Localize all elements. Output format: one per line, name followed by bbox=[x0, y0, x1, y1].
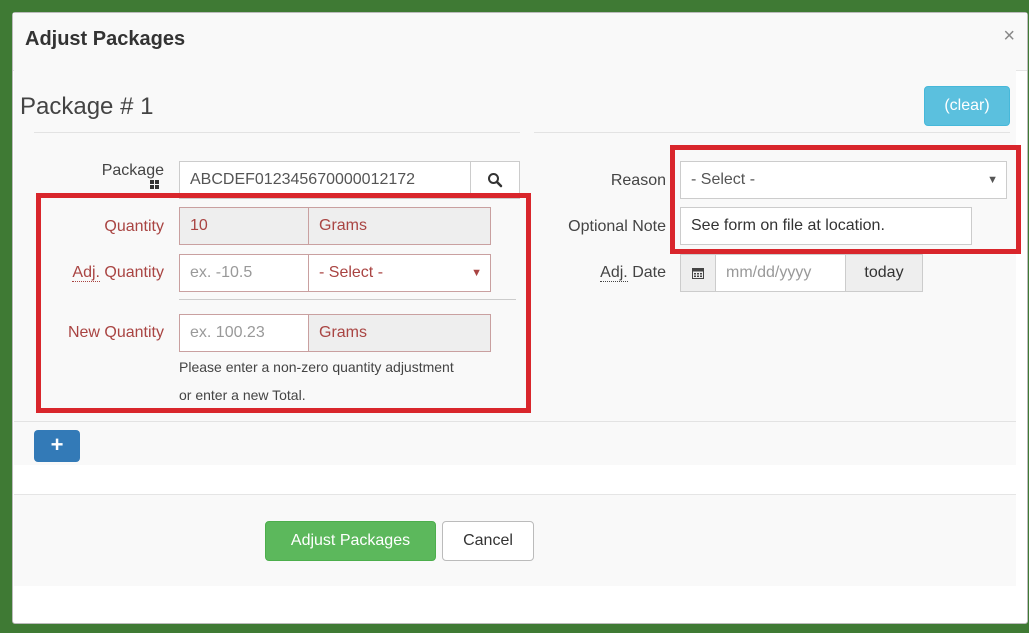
reason-label: Reason bbox=[610, 172, 666, 189]
search-icon bbox=[488, 173, 503, 188]
adj-date-input[interactable]: mm/dd/yyyy bbox=[715, 254, 846, 292]
reason-note-highlight-box bbox=[670, 145, 1021, 254]
calendar-button[interactable] bbox=[680, 254, 716, 292]
title-divider-right bbox=[534, 132, 1010, 133]
modal-title: Adjust Packages bbox=[25, 28, 186, 50]
today-button[interactable]: today bbox=[845, 254, 923, 292]
adj-date-abbr: Adj. bbox=[600, 264, 628, 282]
cancel-button[interactable]: Cancel bbox=[442, 521, 534, 561]
package-label: Package bbox=[101, 162, 164, 179]
adjust-packages-button[interactable]: Adjust Packages bbox=[265, 521, 436, 561]
quantity-highlight-box bbox=[36, 193, 531, 413]
adj-date-label: Adj. Date bbox=[560, 264, 666, 282]
add-package-button[interactable]: + bbox=[34, 430, 80, 462]
grid-icon bbox=[150, 180, 160, 190]
calendar-icon bbox=[692, 268, 704, 279]
clear-button[interactable]: (clear) bbox=[924, 86, 1010, 126]
add-row-divider bbox=[14, 421, 1016, 422]
adj-date-label-rest: Date bbox=[627, 264, 666, 281]
title-divider-left bbox=[34, 132, 520, 133]
package-title: Package # 1 bbox=[20, 93, 154, 120]
note-label: Optional Note bbox=[568, 218, 666, 235]
close-icon[interactable]: × bbox=[1003, 25, 1015, 48]
